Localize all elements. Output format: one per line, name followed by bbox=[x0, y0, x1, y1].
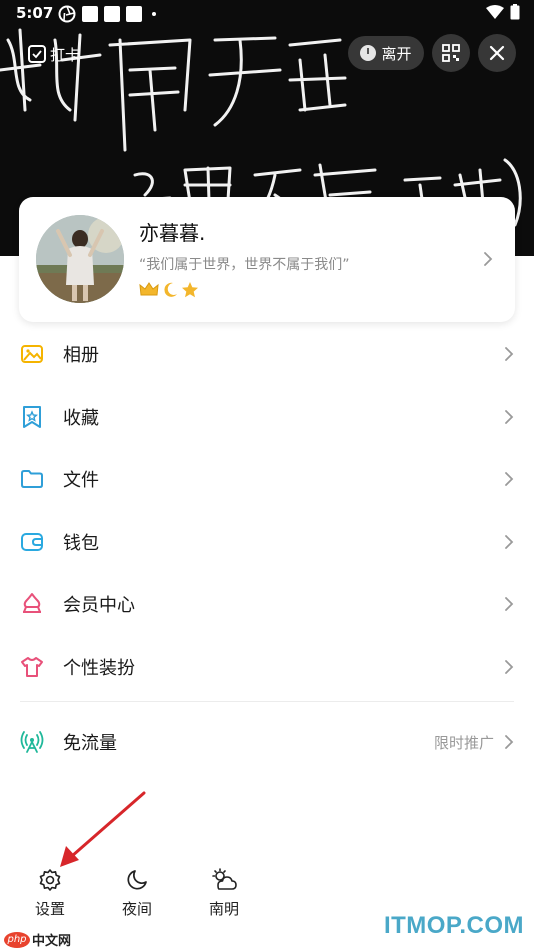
chevron-right-icon bbox=[505, 659, 514, 674]
menu-item-label: 免流量 bbox=[63, 733, 117, 754]
profile-card[interactable]: 亦暮暮. “我们属于世界，世界不属于我们” bbox=[19, 197, 515, 322]
night-mode-label: 夜间 bbox=[121, 900, 152, 918]
leave-status-button[interactable]: 离开 bbox=[348, 36, 424, 70]
star-icon bbox=[182, 282, 198, 298]
wallet-icon bbox=[21, 532, 43, 551]
check-in-icon bbox=[28, 45, 46, 63]
folder-icon bbox=[21, 470, 43, 489]
menu-item-free-traffic[interactable]: 免流量 限时推广 bbox=[0, 711, 534, 773]
menu-item-label: 文件 bbox=[63, 470, 99, 492]
menu-item-wallet[interactable]: 钱包 bbox=[0, 511, 534, 574]
watermark-php-cn: php 中文网 bbox=[4, 930, 71, 949]
chevron-right-icon bbox=[505, 534, 514, 549]
vip-icon bbox=[23, 593, 41, 614]
notification-square-icon bbox=[104, 6, 120, 22]
menu-item-album[interactable]: 相册 bbox=[0, 323, 534, 386]
weather-button[interactable]: 南明 bbox=[194, 868, 254, 919]
battery-icon bbox=[510, 4, 520, 20]
settings-button[interactable]: 设置 bbox=[20, 868, 80, 919]
menu-item-label: 收藏 bbox=[63, 407, 99, 429]
close-button[interactable] bbox=[478, 34, 516, 72]
system-icons bbox=[486, 4, 520, 20]
menu-divider bbox=[20, 701, 514, 702]
qr-code-button[interactable] bbox=[432, 34, 470, 72]
menu-item-label: 个性装扮 bbox=[63, 657, 135, 679]
moon-icon bbox=[127, 870, 147, 890]
profile-name: 亦暮暮. bbox=[139, 221, 206, 245]
settings-label: 设置 bbox=[34, 900, 65, 918]
tshirt-icon bbox=[21, 656, 43, 677]
profile-badges[interactable] bbox=[139, 281, 199, 299]
menu-item-personalization[interactable]: 个性装扮 bbox=[0, 636, 534, 699]
menu-list: 相册 收藏 文件 钱包 会员中心 个性装扮 bbox=[0, 323, 534, 698]
chevron-right-icon bbox=[505, 472, 514, 487]
menu-item-label: 相册 bbox=[63, 345, 99, 367]
night-mode-button[interactable]: 夜间 bbox=[107, 868, 167, 919]
signal-icon bbox=[20, 731, 44, 753]
watermark-left-text: 中文网 bbox=[32, 934, 72, 949]
menu-item-favorites[interactable]: 收藏 bbox=[0, 386, 534, 449]
menu-item-files[interactable]: 文件 bbox=[0, 448, 534, 511]
watermark-itmop: ITMOP.COM bbox=[383, 912, 524, 939]
moon-icon bbox=[164, 282, 177, 297]
promo-tag: 限时推广 bbox=[433, 733, 494, 752]
clock-icon bbox=[360, 45, 377, 61]
punch-in-label: 打卡 bbox=[50, 45, 81, 64]
menu-item-vip-center[interactable]: 会员中心 bbox=[0, 573, 534, 636]
avatar[interactable] bbox=[36, 215, 124, 303]
weather-label: 南明 bbox=[208, 900, 239, 918]
gear-icon bbox=[39, 869, 61, 891]
chevron-right-icon bbox=[484, 252, 493, 266]
notification-square-icon bbox=[82, 6, 98, 22]
profile-signature: “我们属于世界，世界不属于我们” bbox=[139, 257, 350, 273]
weather-partly-cloudy-icon bbox=[212, 868, 237, 890]
notification-icons bbox=[58, 5, 156, 23]
wifi-icon bbox=[486, 5, 504, 19]
status-time: 5:07 bbox=[16, 4, 54, 22]
close-icon bbox=[489, 45, 505, 61]
menu-item-label: 钱包 bbox=[63, 532, 99, 554]
album-icon bbox=[21, 345, 43, 364]
favorites-icon bbox=[23, 405, 41, 428]
qr-code-icon bbox=[442, 44, 460, 62]
crown-icon bbox=[139, 282, 159, 296]
menu-item-label: 会员中心 bbox=[63, 595, 135, 617]
more-notifications-icon bbox=[152, 12, 156, 16]
php-logo-badge: php bbox=[4, 931, 30, 948]
punch-in-button[interactable]: 打卡 bbox=[28, 40, 80, 68]
chevron-right-icon bbox=[505, 735, 514, 749]
notification-square-icon bbox=[126, 6, 142, 22]
chevron-right-icon bbox=[505, 347, 514, 362]
leave-status-label: 离开 bbox=[381, 44, 412, 63]
status-bar: 5:07 bbox=[0, 0, 534, 28]
chevron-right-icon bbox=[505, 409, 514, 424]
chevron-right-icon bbox=[505, 597, 514, 612]
aperture-icon bbox=[58, 5, 76, 23]
